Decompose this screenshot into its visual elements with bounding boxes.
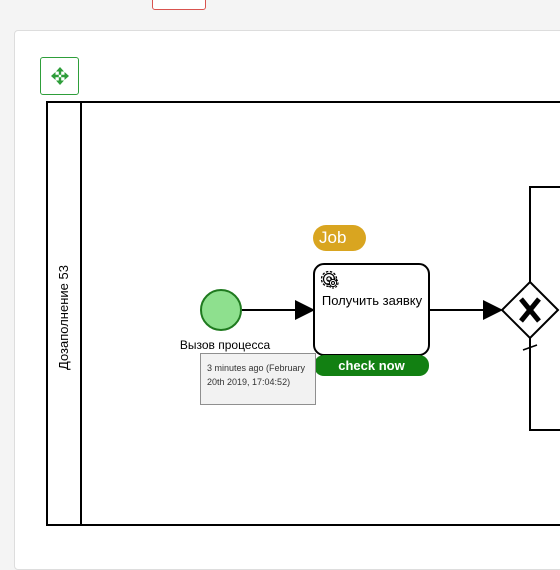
pool-lane-label: Дозаполнение 53 — [56, 265, 71, 370]
bpmn-diagram: Дозаполнение 53 — [46, 101, 560, 526]
job-badge: Job — [313, 225, 366, 251]
start-event[interactable] — [200, 289, 242, 331]
check-now-button[interactable]: check now — [314, 355, 429, 376]
start-event-label: Вызов процесса — [179, 338, 271, 352]
task-label: Получить заявку — [321, 293, 423, 308]
pool[interactable] — [46, 101, 560, 526]
timestamp-tooltip: 3 minutes ago (February 20th 2019, 17:04… — [200, 353, 316, 405]
